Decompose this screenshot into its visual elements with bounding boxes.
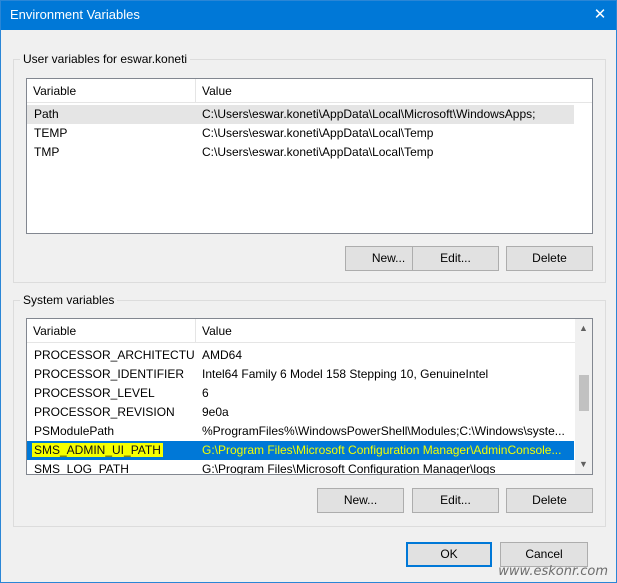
title-bar[interactable]: Environment Variables ✕ (1, 1, 616, 30)
variable-name: PROCESSOR_ARCHITECTURE (34, 348, 194, 362)
user-delete-button[interactable]: Delete (506, 246, 593, 271)
variable-value: Intel64 Family 6 Model 158 Stepping 10, … (202, 367, 489, 381)
system-variables-group: System variables Variable Value PROCESSO… (13, 293, 606, 527)
table-row[interactable]: PROCESSOR_REVISION 9e0a (27, 403, 574, 422)
system-variables-list[interactable]: Variable Value PROCESSOR_ARCHITECTURE AM… (26, 318, 593, 475)
list-header: Variable Value (27, 79, 592, 103)
close-button[interactable]: ✕ (584, 1, 616, 30)
vertical-scrollbar[interactable]: ▲ ▼ (575, 319, 592, 474)
table-row[interactable]: TEMP C:\Users\eswar.koneti\AppData\Local… (27, 124, 574, 143)
table-row[interactable]: PROCESSOR_ARCHITECTURE AMD64 (27, 346, 574, 365)
table-row[interactable]: Path C:\Users\eswar.koneti\AppData\Local… (27, 105, 574, 124)
table-row[interactable]: TMP C:\Users\eswar.koneti\AppData\Local\… (27, 143, 574, 162)
variable-name: PROCESSOR_LEVEL (34, 386, 155, 400)
variable-value: %ProgramFiles%\WindowsPowerShell\Modules… (202, 424, 565, 438)
variable-value: C:\Users\eswar.koneti\AppData\Local\Temp (202, 145, 434, 159)
list-header: Variable Value (27, 319, 592, 343)
table-row-selected[interactable]: SMS_ADMIN_UI_PATH G:\Program Files\Micro… (27, 441, 574, 460)
variable-name: TEMP (34, 126, 68, 140)
environment-variables-dialog: Environment Variables ✕ User variables f… (0, 0, 617, 583)
variable-name: SMS_LOG_PATH (34, 462, 129, 475)
table-row[interactable]: SMS_LOG_PATH G:\Program Files\Microsoft … (27, 460, 574, 475)
system-variables-label: System variables (20, 293, 118, 307)
user-edit-button[interactable]: Edit... (412, 246, 499, 271)
table-row[interactable]: PSModulePath %ProgramFiles%\WindowsPower… (27, 422, 574, 441)
variable-name: TMP (34, 145, 60, 159)
variable-name: PSModulePath (34, 424, 115, 438)
column-header-value[interactable]: Value (196, 319, 572, 343)
scrollbar-thumb[interactable] (579, 375, 589, 411)
close-icon: ✕ (593, 6, 607, 23)
highlighted-variable-name: SMS_ADMIN_UI_PATH (32, 443, 163, 457)
variable-name: SMS_ADMIN_UI_PATH (32, 441, 196, 460)
column-header-value[interactable]: Value (196, 79, 592, 103)
user-variables-label: User variables for eswar.koneti (20, 52, 191, 66)
variable-value: AMD64 (202, 348, 243, 362)
table-row[interactable]: PROCESSOR_LEVEL 6 (27, 384, 574, 403)
user-variables-group: User variables for eswar.koneti Variable… (13, 52, 606, 283)
system-new-button[interactable]: New... (317, 488, 404, 513)
window-title: Environment Variables (10, 7, 140, 22)
variable-name: PROCESSOR_IDENTIFIER (34, 367, 185, 381)
variable-name: Path (34, 107, 59, 121)
variable-value: G:\Program Files\Microsoft Configuration… (202, 443, 562, 457)
variable-value: 9e0a (202, 405, 229, 419)
table-row[interactable]: PROCESSOR_IDENTIFIER Intel64 Family 6 Mo… (27, 365, 574, 384)
system-delete-button[interactable]: Delete (506, 488, 593, 513)
variable-value: C:\Users\eswar.koneti\AppData\Local\Temp (202, 126, 434, 140)
ok-button[interactable]: OK (406, 542, 492, 567)
scroll-down-icon[interactable]: ▼ (575, 456, 592, 473)
watermark: www.eskonr.com (498, 564, 608, 579)
variable-name: PROCESSOR_REVISION (34, 405, 175, 419)
scroll-up-icon[interactable]: ▲ (575, 320, 592, 337)
column-header-variable[interactable]: Variable (27, 79, 195, 103)
system-edit-button[interactable]: Edit... (412, 488, 499, 513)
user-variables-list[interactable]: Variable Value Path C:\Users\eswar.konet… (26, 78, 593, 234)
variable-value: G:\Program Files\Microsoft Configuration… (202, 462, 496, 475)
column-header-variable[interactable]: Variable (27, 319, 195, 343)
variable-value: 6 (202, 386, 209, 400)
variable-value: C:\Users\eswar.koneti\AppData\Local\Micr… (202, 107, 536, 121)
